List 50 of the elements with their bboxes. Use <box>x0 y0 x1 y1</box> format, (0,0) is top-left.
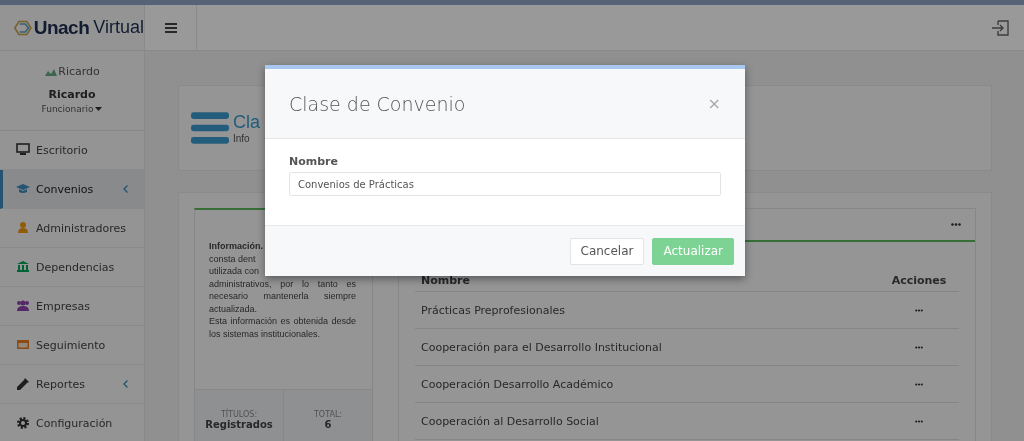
sidebar-item[interactable]: Configuración <box>0 404 144 441</box>
ellipsis-icon[interactable] <box>915 308 923 312</box>
window-icon <box>16 338 30 352</box>
info-paragraph: administrativos, por lo tanto es necesario mantenerla siempre actualizada. <box>209 277 356 315</box>
dropper-icon <box>16 377 30 391</box>
info-text-line: utilizada con <box>209 265 261 278</box>
info-text-line: Información. <box>209 240 264 253</box>
ellipsis-icon[interactable] <box>915 345 923 349</box>
stat-value: 6 <box>324 419 332 430</box>
table-cell-text: Prácticas Preprofesionales <box>420 303 567 317</box>
field-label: Nombre <box>289 155 339 168</box>
stat-label: TÍTULOS: <box>220 410 258 419</box>
users-icon <box>16 299 30 313</box>
sidebar-item[interactable]: Reportes <box>0 365 144 404</box>
chevron-left-icon <box>123 185 128 193</box>
column-header: Acciones <box>890 273 948 287</box>
name-input-field[interactable]: Convenios de Prácticas <box>289 172 721 196</box>
monitor-icon <box>16 143 30 157</box>
page-title: Cla <box>233 112 260 133</box>
bank-icon <box>16 260 30 274</box>
user-name: Ricardo <box>48 88 96 101</box>
sidebar-item[interactable]: Seguimiento <box>0 326 144 365</box>
chevron-left-icon <box>123 380 128 388</box>
cap-icon <box>16 182 30 196</box>
info-paragraph: Esta información es obtenida desde los sistemas institucionales. <box>209 315 356 340</box>
stat-label: TOTAL: <box>313 410 343 419</box>
stat-value: Registrados <box>205 419 273 430</box>
table-cell-text: Cooperación para el Desarrollo Institucional <box>420 340 663 354</box>
table-cell-text: Cooperación al Desarrollo Social <box>420 414 600 428</box>
sidebar-item[interactable]: Empresas <box>0 287 144 326</box>
sidebar-item[interactable]: Convenios <box>0 170 144 209</box>
ellipsis-icon[interactable] <box>951 223 961 226</box>
modal-title: Clase de Convenio <box>289 92 466 115</box>
logo: Unach Virtual <box>0 5 145 50</box>
caret-down-icon <box>95 107 103 111</box>
role-dropdown[interactable]: Funcionario <box>41 104 103 114</box>
logout-icon[interactable] <box>991 19 1009 36</box>
list-icon <box>191 112 229 144</box>
sidebar-item[interactable]: Dependencias <box>0 248 144 287</box>
sidebar-item[interactable]: Administradores <box>0 209 144 248</box>
cancel-button[interactable]: Cancelar <box>569 237 645 265</box>
page-subtitle: Info <box>233 133 251 144</box>
broken-avatar-image: Ricardo <box>44 65 100 78</box>
info-text-line: consta dent <box>209 252 257 265</box>
gear-icon <box>16 416 30 430</box>
ellipsis-icon[interactable] <box>915 382 923 386</box>
user-icon <box>16 221 30 235</box>
ellipsis-icon[interactable] <box>915 419 923 423</box>
table-cell-text: Cooperación Desarrollo Académico <box>420 377 615 391</box>
column-header: Nombre <box>420 273 471 287</box>
